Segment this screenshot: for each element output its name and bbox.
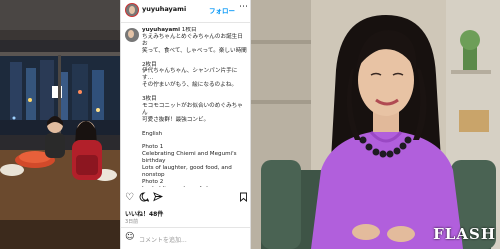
more-icon[interactable]: ⋯ [239, 2, 248, 12]
header-divider [121, 22, 250, 23]
portrait-image [251, 0, 500, 249]
heart-icon[interactable]: ♡ [125, 192, 134, 204]
caption-avatar[interactable] [125, 28, 139, 42]
avatar[interactable] [125, 3, 139, 17]
likes-count[interactable]: いいね！48件 [125, 209, 163, 218]
comment-icon[interactable] [139, 192, 150, 204]
dinner-photo [0, 0, 120, 249]
instagram-post-panel: yuyuhayami フォロー ⋯ yuyuhayami 1枚目 ちえみちゃんと… [120, 0, 251, 249]
follow-button[interactable]: フォロー [209, 5, 235, 15]
post-date: 3日前 [125, 219, 139, 225]
portrait-photo: FLASH [251, 0, 500, 249]
share-icon[interactable] [153, 192, 164, 204]
caption-username[interactable]: yuyuhayami [142, 27, 180, 33]
bookmark-icon[interactable] [239, 192, 248, 204]
flash-watermark: FLASH [433, 225, 496, 243]
post-photo-left [0, 0, 120, 249]
caption-text: 1枚目 ちえみちゃんとめぐみちゃんのお誕生日お 笑って、食べて、しゃべって。楽し… [142, 27, 247, 187]
comment-input[interactable]: コメントを追加... [139, 235, 187, 244]
post-actions: ♡ [125, 192, 248, 206]
username[interactable]: yuyuhayami [142, 5, 186, 13]
post-caption: yuyuhayami 1枚目 ちえみちゃんとめぐみちゃんのお誕生日お 笑って、食… [142, 27, 248, 187]
emoji-icon[interactable]: ☺ [125, 232, 134, 242]
comment-divider [121, 227, 250, 228]
post-header: yuyuhayami フォロー ⋯ [121, 0, 250, 22]
